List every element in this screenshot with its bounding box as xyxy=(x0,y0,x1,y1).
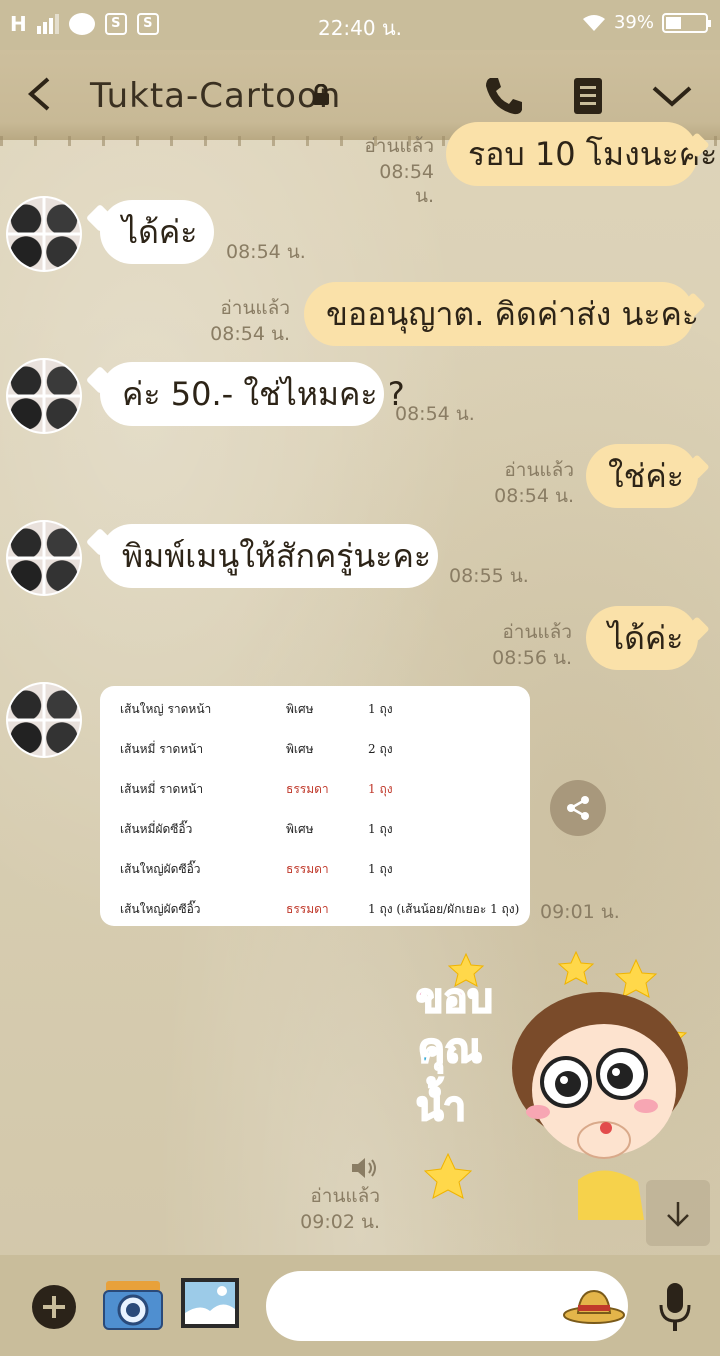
battery-icon xyxy=(662,12,711,33)
menu-item: เส้นหมี่ผัดซีอิ๊ว xyxy=(120,822,193,836)
wifi-icon xyxy=(582,14,605,31)
share-icon xyxy=(567,796,589,820)
scroll-to-bottom-button[interactable] xyxy=(646,1180,710,1246)
contact-avatar[interactable] xyxy=(8,684,80,756)
menu-item: เส้นใหญ่ผัดซีอิ๊ว xyxy=(120,902,201,916)
contact-avatar[interactable] xyxy=(8,198,80,270)
message-time: 08:54 น. xyxy=(210,323,290,345)
sticker-word: น้ำ xyxy=(416,1077,466,1130)
notes-icon[interactable] xyxy=(566,74,610,118)
menu-item: เส้นใหญ่ผัดซีอิ๊ว xyxy=(120,862,201,876)
message-time: 09:01 น. xyxy=(540,901,620,923)
message-time: 08:55 น. xyxy=(449,565,529,587)
menu-type: พิเศษ xyxy=(286,742,314,756)
contact-avatar[interactable] xyxy=(8,522,80,594)
outgoing-message[interactable]: ได้ค่ะ xyxy=(586,606,698,670)
menu-qty: 1 ถุง xyxy=(368,822,393,836)
read-receipt: อ่านแล้ว xyxy=(504,459,574,481)
chat-title[interactable]: Tukta-Cartoon xyxy=(90,76,341,116)
incoming-message[interactable]: ค่ะ 50.- ใช่ไหมคะ ? xyxy=(100,362,405,426)
menu-type: พิเศษ xyxy=(286,702,314,716)
sticker-hat-icon[interactable] xyxy=(562,1285,626,1325)
message-time: 08:54 น. xyxy=(395,403,475,425)
menu-qty: 1 ถุง (เส้นน้อย/ผักเยอะ 1 ถุง) xyxy=(368,902,520,916)
status-bar: H S S 22:40 น. 39% xyxy=(0,0,720,50)
outgoing-message[interactable]: รอบ 10 โมงนะคะ xyxy=(446,122,717,186)
menu-item: เส้นหมี่ ราดหน้า xyxy=(120,742,204,756)
speaker-icon[interactable] xyxy=(350,1156,378,1180)
incoming-message[interactable]: พิมพ์เมนูให้สักครู่นะคะ xyxy=(100,524,438,588)
chevron-down-icon[interactable] xyxy=(650,74,694,118)
message-time: 08:54 น. xyxy=(226,241,306,263)
read-receipt: อ่านแล้ว xyxy=(220,297,290,319)
read-receipt: อ่านแล้ว xyxy=(502,621,572,643)
menu-item: เส้นใหญ่ ราดหน้า xyxy=(120,702,212,716)
add-icon[interactable] xyxy=(32,1285,76,1329)
read-receipt: อ่านแล้ว xyxy=(310,1185,380,1207)
lock-icon xyxy=(313,84,329,105)
contact-avatar[interactable] xyxy=(8,360,80,432)
message-time: 08:56 น. xyxy=(492,647,572,669)
menu-type: ธรรมดา xyxy=(286,862,329,876)
menu-type: ธรรมดา xyxy=(286,782,329,796)
gallery-icon[interactable] xyxy=(180,1277,240,1329)
menu-qty: 1 ถุง xyxy=(368,862,393,876)
incoming-message[interactable]: ได้ค่ะ xyxy=(100,200,214,264)
menu-type: ธรรมดา xyxy=(286,902,329,916)
menu-qty: 1 ถุง xyxy=(368,782,393,796)
menu-item: เส้นหมี่ ราดหน้า xyxy=(120,782,204,796)
menu-type: พิเศษ xyxy=(286,822,314,836)
message-time: 08:54 น. xyxy=(379,161,434,207)
sticker-word: คุณ xyxy=(418,1026,482,1074)
message-time: 08:54 น. xyxy=(494,485,574,507)
battery-percent: 39% xyxy=(613,12,654,33)
input-bar xyxy=(0,1255,720,1356)
message-time: 09:02 น. xyxy=(300,1211,380,1233)
phone-icon[interactable] xyxy=(482,74,526,118)
back-arrow-icon[interactable] xyxy=(26,76,52,112)
menu-qty: 1 ถุง xyxy=(368,702,393,716)
camera-icon[interactable] xyxy=(102,1277,164,1333)
share-button[interactable] xyxy=(550,780,606,836)
image-message[interactable]: เส้นใหญ่ ราดหน้า พิเศษ 1 ถุง เส้นหมี่ รา… xyxy=(100,686,530,926)
arrow-down-icon xyxy=(667,1202,689,1227)
menu-qty: 2 ถุง xyxy=(368,742,393,756)
microphone-icon[interactable] xyxy=(658,1281,692,1333)
read-receipt: อ่านแล้ว xyxy=(364,135,434,157)
outgoing-message[interactable]: ใช่ค่ะ xyxy=(586,444,698,508)
outgoing-message[interactable]: ขออนุญาต. คิดค่าส่ง นะคะ xyxy=(304,282,699,346)
sticker-word: ขอบ xyxy=(416,976,493,1022)
